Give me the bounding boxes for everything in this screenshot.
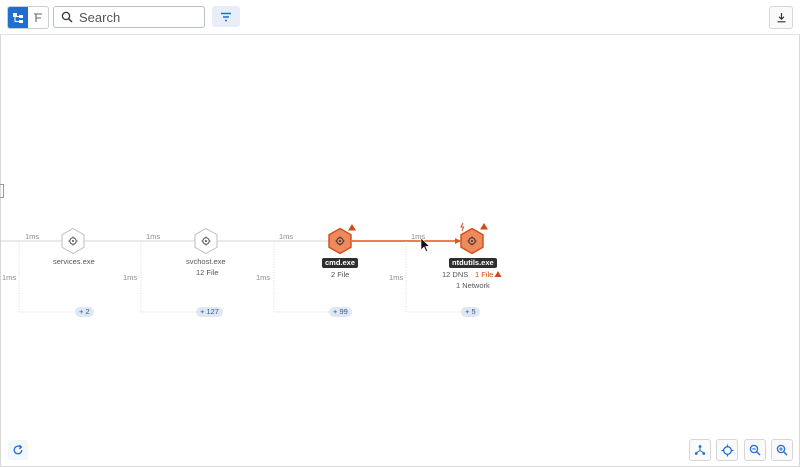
edge-timing: 1ms [256,273,271,282]
filter-button[interactable] [212,6,240,27]
process-name: services.exe [53,257,95,266]
process-node-cmd[interactable] [328,224,356,255]
recenter-button[interactable] [716,439,738,461]
recenter-icon [721,444,733,456]
process-name: svchost.exe [186,257,226,266]
edge-timing: 1ms [389,273,404,282]
branch-line [18,241,76,313]
process-node-services[interactable] [61,227,85,255]
download-icon [777,13,785,23]
layout-tree-button[interactable] [689,439,711,461]
tree-view-icon [34,12,42,22]
expand-children-button[interactable]: + 99 [329,307,352,317]
graph-view-icon [13,12,23,23]
search-box [53,6,205,28]
branch-line [273,241,330,313]
edge-timing: 1ms [123,273,138,282]
zoom-out-button[interactable] [744,439,766,461]
process-stats-dns: 12 DNS [442,270,469,279]
lightning-icon [460,222,465,232]
edge-timing: 1ms [146,232,161,241]
search-icon [61,11,73,23]
expand-children-button[interactable]: + 5 [461,307,480,317]
process-node-ntdutils[interactable] [460,222,488,255]
process-stats-file: 1 File [475,270,494,279]
edge-timing: 1ms [2,273,17,282]
process-stats-network: 1 Network [456,281,490,290]
process-name-tag: cmd.exe [322,258,359,268]
process-graph-canvas[interactable]: 1ms 1ms 1ms 1ms 1ms 1ms 1ms 1ms services… [0,35,800,467]
expand-children-button[interactable]: + 2 [75,307,94,317]
view-toggle [7,6,49,29]
filter-icon [221,12,231,21]
file-warning-icon [494,271,502,277]
process-graph [0,222,502,313]
zoom-in-button[interactable] [771,439,793,461]
edge-timing: 1ms [411,232,426,241]
toolbar [0,0,800,35]
zoom-in-icon [776,444,788,456]
expand-children-button[interactable]: + 127 [196,307,223,317]
process-name-tag: ntdutils.exe [449,258,497,268]
edge-timing: 1ms [279,232,294,241]
refresh-icon [13,444,23,455]
arrow-head [455,238,461,244]
process-stats: 2 File [331,270,350,279]
zoom-out-icon [749,444,761,456]
process-node-svchost[interactable] [194,227,218,255]
branch-line [140,241,197,313]
search-input[interactable] [79,9,189,25]
edge-timing: 1ms [25,232,40,241]
warning-icon [480,223,488,230]
refresh-button[interactable] [8,440,28,460]
collapse-handle[interactable] [0,184,4,198]
download-button[interactable] [769,6,793,29]
tree-view-button[interactable] [28,7,48,28]
process-stats: 12 File [196,268,219,277]
graph-view-button[interactable] [8,7,28,28]
warning-icon [348,224,356,231]
layout-tree-icon [694,445,706,455]
